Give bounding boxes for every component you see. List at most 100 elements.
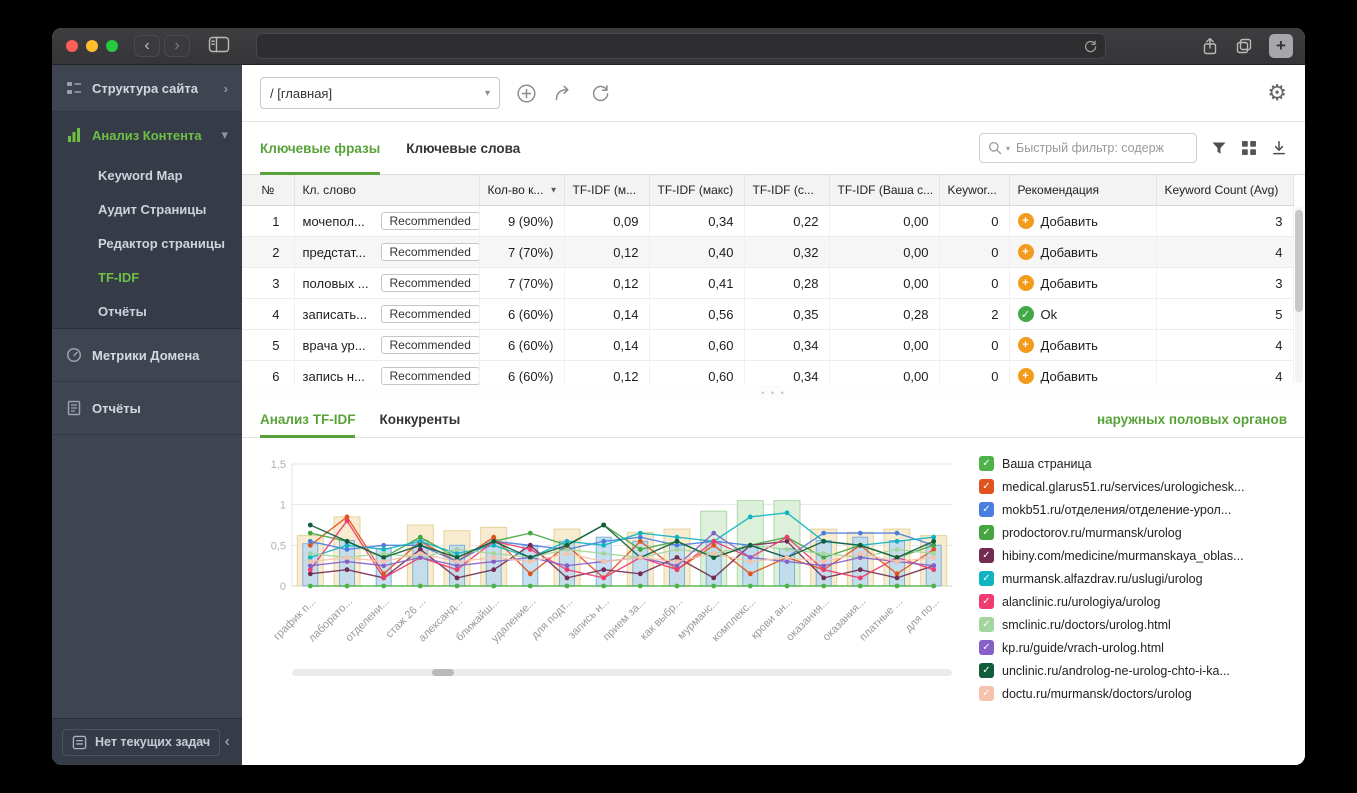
sort-desc-icon: ▼	[549, 185, 558, 195]
legend-item[interactable]: ✓ kp.ru/guide/vrach-urolog.html	[979, 638, 1291, 657]
ok-icon[interactable]: ✓	[1017, 306, 1034, 322]
add-circle-icon	[517, 83, 536, 103]
zoom-window-button[interactable]	[106, 40, 118, 52]
col-keyword[interactable]: Кл. слово	[294, 175, 480, 206]
tasks-label: Нет текущих задач	[95, 735, 211, 749]
recommendation-cell[interactable]: + Добавить	[1009, 329, 1157, 361]
sidebar-item-page-audit[interactable]: Аудит Страницы	[52, 192, 242, 226]
legend-checkbox[interactable]: ✓	[979, 640, 994, 655]
quick-filter-input[interactable]	[1014, 140, 1188, 156]
forward-button[interactable]: ›	[164, 35, 190, 57]
col-keywords[interactable]: Keywor...	[939, 175, 1010, 206]
legend-item[interactable]: ✓ prodoctorov.ru/murmansk/urolog	[979, 523, 1291, 542]
col-tfidf-min[interactable]: TF-IDF (м...	[564, 175, 650, 206]
chart-scrollbar[interactable]	[292, 669, 952, 676]
tab-competitors[interactable]: Конкуренты	[379, 401, 460, 437]
legend-checkbox[interactable]: ✓	[979, 663, 994, 678]
legend-item[interactable]: ✓ unclinic.ru/androlog-ne-urolog-chto-i-k…	[979, 661, 1291, 680]
col-tfidf-max[interactable]: TF-IDF (макс)	[649, 175, 745, 206]
legend-item[interactable]: ✓ Ваша страница	[979, 454, 1291, 473]
sidebar-item-domain-metrics[interactable]: Метрики Домена	[52, 329, 242, 382]
legend-item[interactable]: ✓ doctu.ru/murmansk/doctors/urolog	[979, 684, 1291, 703]
tab-tfidf-analysis[interactable]: Анализ TF-IDF	[260, 401, 356, 438]
export-button[interactable]	[1271, 140, 1287, 156]
legend-checkbox[interactable]: ✓	[979, 525, 994, 540]
sidebar-item-site-structure[interactable]: Структура сайта ›	[52, 65, 242, 112]
legend-checkbox[interactable]: ✓	[979, 686, 994, 701]
sidebar-item-reports-sub[interactable]: Отчёты	[52, 294, 242, 328]
legend-item[interactable]: ✓ smclinic.ru/doctors/urolog.html	[979, 615, 1291, 634]
close-window-button[interactable]	[66, 40, 78, 52]
share-button[interactable]	[1201, 37, 1219, 56]
tab-overview-button[interactable]	[1235, 37, 1253, 55]
col-tfidf-avg[interactable]: TF-IDF (с...	[744, 175, 830, 206]
selected-phrase[interactable]: наружных половых органов	[1097, 401, 1287, 437]
sidebar-toggle-button[interactable]	[204, 33, 234, 59]
legend-checkbox[interactable]: ✓	[979, 571, 994, 586]
refresh-button[interactable]	[590, 83, 611, 104]
chart-scrollbar-thumb[interactable]	[432, 669, 454, 676]
sidebar-item-keyword-map[interactable]: Keyword Map	[52, 158, 242, 192]
sidebar-collapse-button[interactable]: ‹	[221, 733, 234, 751]
recommendation-cell[interactable]: + Добавить	[1009, 360, 1157, 385]
add-icon[interactable]: +	[1017, 244, 1034, 260]
table-row[interactable]: 4 записать... Recommended 6 (60%) 0,14 0,56 0,…	[242, 298, 1294, 330]
new-tab-button[interactable]: +	[1269, 34, 1293, 58]
legend-item[interactable]: ✓ medical.glarus51.ru/services/urologiche…	[979, 477, 1291, 496]
tab-key-words[interactable]: Ключевые слова	[406, 122, 520, 174]
legend-label: doctu.ru/murmansk/doctors/urolog	[1002, 686, 1192, 701]
col-number[interactable]: №	[242, 175, 295, 206]
sidebar-item-reports[interactable]: Отчёты	[52, 382, 242, 435]
add-icon[interactable]: +	[1017, 275, 1034, 291]
refresh-icon	[592, 84, 609, 101]
sidebar-item-content-analysis[interactable]: Анализ Контента ▾	[52, 112, 242, 158]
add-icon[interactable]: +	[1017, 213, 1034, 229]
legend-checkbox[interactable]: ✓	[979, 617, 994, 632]
legend-checkbox[interactable]: ✓	[979, 548, 994, 563]
table-row[interactable]: 3 половых ... Recommended 7 (70%) 0,12 0,41 0,…	[242, 267, 1294, 299]
recommendation-cell[interactable]: + Добавить	[1009, 236, 1157, 268]
add-page-button[interactable]	[516, 83, 537, 104]
legend-item[interactable]: ✓ hibiny.com/medicine/murmanskaya_oblas..…	[979, 546, 1291, 565]
legend-item[interactable]: ✓ alanclinic.ru/urologiya/urolog	[979, 592, 1291, 611]
legend-item[interactable]: ✓ murmansk.alfazdrav.ru/uslugi/urolog	[979, 569, 1291, 588]
recommendation-cell[interactable]: ✓ Ok	[1009, 298, 1157, 330]
tab-key-phrases[interactable]: Ключевые фразы	[260, 122, 381, 175]
col-count[interactable]: Кол-во к... ▼	[479, 175, 565, 206]
sidebar-item-tfidf[interactable]: TF-IDF	[52, 260, 242, 294]
col-tfidf-your[interactable]: TF-IDF (Ваша с...	[829, 175, 940, 206]
filter-button[interactable]	[1211, 141, 1227, 156]
columns-button[interactable]	[1241, 140, 1257, 156]
col-recommendation[interactable]: Рекомендация	[1009, 175, 1157, 206]
col-keyword-count-avg[interactable]: Keyword Count (Avg)	[1156, 175, 1294, 206]
recommendation-cell[interactable]: + Добавить	[1009, 205, 1157, 237]
settings-gear-icon[interactable]: ⚙	[1267, 80, 1287, 106]
recommendation-cell[interactable]: + Добавить	[1009, 267, 1157, 299]
keyword-text: записать...	[302, 306, 368, 322]
table-row[interactable]: 2 предстат... Recommended 7 (70%) 0,12 0,40 0,…	[242, 236, 1294, 268]
back-button[interactable]: ‹	[134, 35, 160, 57]
add-icon[interactable]: +	[1017, 368, 1034, 384]
minimize-window-button[interactable]	[86, 40, 98, 52]
tfidf-chart-svg: 00,511,5график п...лаборато...отделени..…	[271, 459, 952, 645]
reload-icon[interactable]	[1084, 40, 1097, 53]
page-selector[interactable]: / [главная] ▾	[260, 77, 500, 109]
address-bar[interactable]	[256, 33, 1106, 59]
search-caret-icon[interactable]: ▾	[1006, 144, 1010, 153]
legend-checkbox[interactable]: ✓	[979, 456, 994, 471]
table-row[interactable]: 6 запись н... Recommended 6 (60%) 0,12 0,60 0,…	[242, 360, 1294, 385]
legend-checkbox[interactable]: ✓	[979, 502, 994, 517]
table-row[interactable]: 5 врача ур... Recommended 6 (60%) 0,14 0,60 0,…	[242, 329, 1294, 361]
open-page-button[interactable]	[553, 83, 574, 104]
table-row[interactable]: 1 мочепол... Recommended 9 (90%) 0,09 0,34 0,2…	[242, 205, 1294, 237]
add-icon[interactable]: +	[1017, 337, 1034, 353]
table-scrollbar-thumb[interactable]	[1295, 210, 1303, 312]
quick-filter[interactable]: ▾	[979, 133, 1197, 163]
table-scrollbar[interactable]	[1295, 207, 1303, 383]
legend-item[interactable]: ✓ mokb51.ru/отделения/отделение-урол...	[979, 500, 1291, 519]
row-number: 5	[242, 329, 295, 361]
legend-checkbox[interactable]: ✓	[979, 479, 994, 494]
sidebar-item-page-editor[interactable]: Редактор страницы	[52, 226, 242, 260]
legend-checkbox[interactable]: ✓	[979, 594, 994, 609]
panel-splitter[interactable]: • • •	[242, 385, 1305, 401]
